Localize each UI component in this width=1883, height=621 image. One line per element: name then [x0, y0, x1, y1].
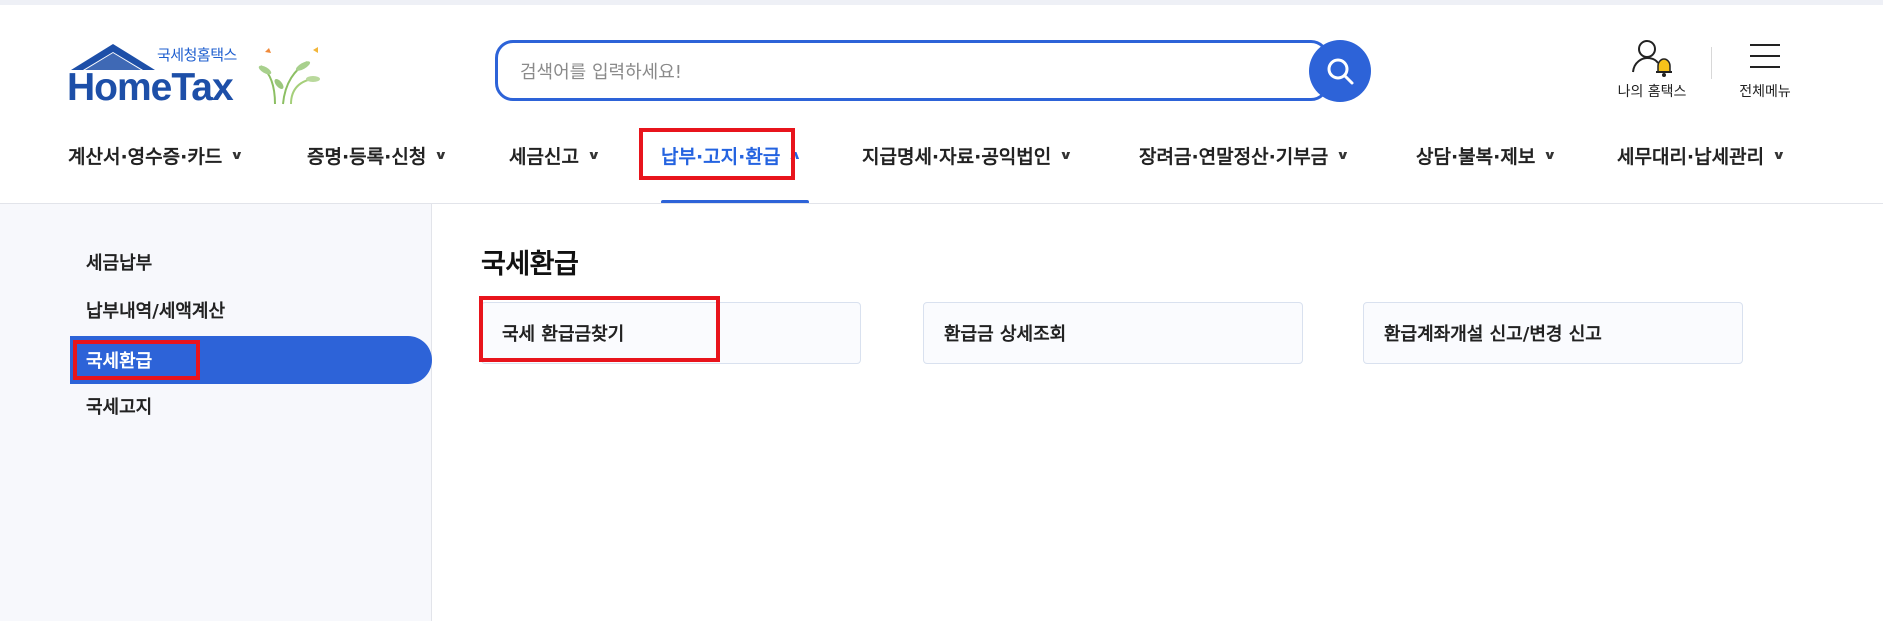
- sidebar-item-label: 국세고지: [86, 397, 153, 418]
- card-refund-account[interactable]: 환급계좌개설 신고/변경 신고: [1363, 302, 1743, 364]
- search-icon: [1327, 58, 1354, 85]
- sidebar-item-label: 납부내역/세액계산: [86, 301, 226, 322]
- gnb-label: 계산서·영수증·카드: [68, 145, 223, 168]
- page-title: 국세환급: [481, 249, 579, 280]
- all-menu-button[interactable]: 전체메뉴: [1730, 38, 1800, 104]
- chevron-down-icon: ∨: [1336, 148, 1350, 162]
- search-box: [495, 40, 1329, 101]
- gnb-item-certificate[interactable]: 증명·등록·신청 ∨: [307, 140, 449, 170]
- search-button[interactable]: [1309, 40, 1371, 102]
- header-divider: [1711, 47, 1712, 79]
- sidebar: 세금납부 납부내역/세액계산 국세환급 국세고지: [0, 204, 432, 621]
- my-hometax-label: 나의 홈택스: [1617, 84, 1687, 100]
- top-strip: [0, 0, 1883, 5]
- gnb-label: 지급명세·자료·공익법인: [862, 145, 1052, 168]
- gnb-label: 상담·불복·제보: [1416, 145, 1536, 168]
- card-label: 환급계좌개설 신고/변경 신고: [1384, 324, 1602, 345]
- gnb-label: 증명·등록·신청: [307, 145, 427, 168]
- search-input[interactable]: [520, 57, 1280, 87]
- gnb-item-payment-statement[interactable]: 지급명세·자료·공익법인 ∨: [862, 140, 1073, 170]
- highlight-box-gnb: [639, 128, 795, 180]
- chevron-down-icon: ∨: [1772, 148, 1786, 162]
- gnb-label: 세무대리·납세관리: [1617, 145, 1765, 168]
- highlight-box-sidebar: [73, 340, 200, 380]
- global-nav: 계산서·영수증·카드 ∨ 증명·등록·신청 ∨ 세금신고 ∨ 납부·고지·환급 ∧ 지급…: [0, 130, 1883, 204]
- highlight-box-card: [479, 296, 720, 362]
- chevron-down-icon: ∨: [586, 148, 601, 162]
- gnb-label: 장려금·연말정산·기부금: [1139, 145, 1329, 168]
- sidebar-item-tax-notice[interactable]: 국세고지: [70, 382, 432, 430]
- gnb-item-incentive[interactable]: 장려금·연말정산·기부금 ∨: [1139, 140, 1350, 170]
- hometax-logo[interactable]: 국세청홈택스 HomeTax: [67, 38, 327, 109]
- all-menu-label: 전체메뉴: [1739, 84, 1791, 100]
- chevron-down-icon: ∨: [1059, 148, 1073, 162]
- gnb-item-consultation[interactable]: 상담·불복·제보 ∨: [1416, 140, 1558, 170]
- card-label: 환급금 상세조회: [944, 324, 1067, 345]
- hamburger-icon: [1750, 44, 1780, 68]
- gnb-item-invoice[interactable]: 계산서·영수증·카드 ∨: [68, 140, 244, 170]
- sidebar-item-label: 세금납부: [86, 253, 153, 274]
- my-hometax-button[interactable]: 나의 홈택스: [1607, 38, 1697, 104]
- chevron-down-icon: ∨: [230, 148, 244, 162]
- gnb-label: 세금신고: [509, 145, 579, 168]
- logo-english-text: HomeTax: [67, 66, 234, 109]
- sidebar-item-tax-payment[interactable]: 세금납부: [70, 238, 432, 286]
- card-refund-detail[interactable]: 환급금 상세조회: [923, 302, 1303, 364]
- plant-decoration-icon: [258, 47, 320, 105]
- gnb-item-tax-report[interactable]: 세금신고 ∨: [509, 140, 601, 170]
- chevron-down-icon: ∨: [1543, 148, 1558, 162]
- sidebar-item-payment-history[interactable]: 납부내역/세액계산: [70, 286, 432, 334]
- chevron-down-icon: ∨: [434, 148, 449, 162]
- gnb-item-tax-agent[interactable]: 세무대리·납세관리 ∨: [1617, 140, 1786, 170]
- user-bell-icon: [1632, 40, 1672, 77]
